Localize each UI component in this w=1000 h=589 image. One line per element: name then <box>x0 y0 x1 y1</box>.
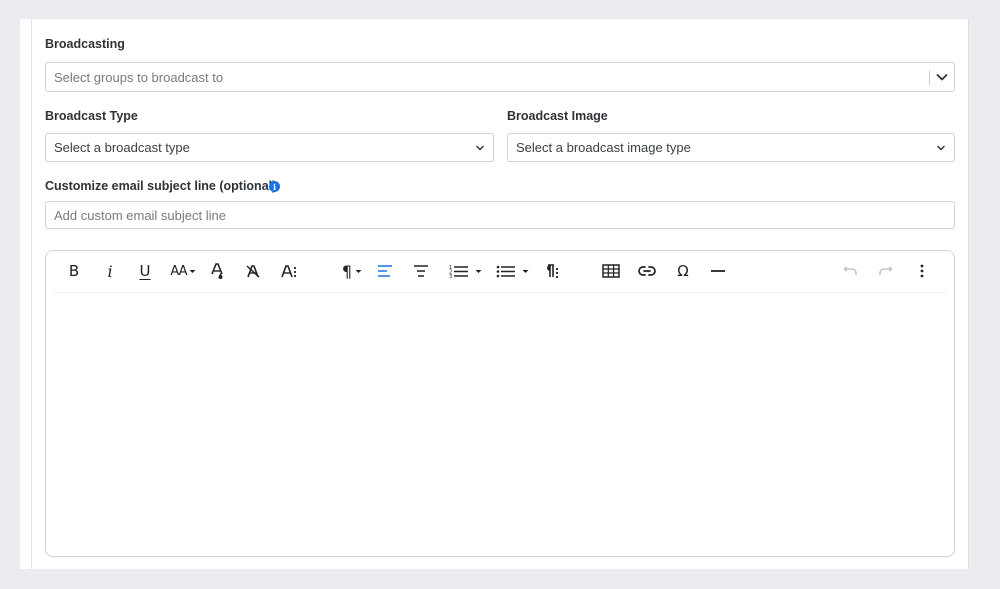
font-size-icon: AA <box>170 263 187 279</box>
align-left-button[interactable] <box>374 259 396 283</box>
subject-line-label: Customize email subject line (optional) <box>45 179 277 193</box>
insert-table-button[interactable] <box>600 259 622 283</box>
align-center-icon <box>414 265 428 277</box>
broadcasting-label: Broadcasting <box>45 37 125 51</box>
clear-formatting-button[interactable] <box>242 259 264 283</box>
bold-icon: B <box>68 262 80 280</box>
text-color-button[interactable] <box>206 259 228 283</box>
font-size-dropdown[interactable]: AA <box>168 259 198 283</box>
info-icon[interactable]: i <box>269 181 280 192</box>
inline-style-button[interactable] <box>278 259 300 283</box>
horizontal-line-icon <box>711 270 725 272</box>
panel-left-rule <box>31 19 32 569</box>
ordered-list-icon: 1 2 3 <box>449 265 468 278</box>
undo-icon <box>843 266 857 275</box>
broadcast-groups-multiselect[interactable]: Select groups to broadcast to <box>45 62 955 92</box>
subject-line-placeholder: Add custom email subject line <box>54 207 226 223</box>
italic-icon: i <box>107 261 113 281</box>
broadcast-type-select[interactable]: Select a broadcast type <box>45 133 494 162</box>
ordered-list-dropdown[interactable]: 1 2 3 <box>446 259 484 283</box>
chevron-down-icon[interactable] <box>935 70 949 84</box>
broadcast-image-label: Broadcast Image <box>507 109 608 123</box>
special-characters-button[interactable]: Ω <box>672 259 694 283</box>
subject-line-input[interactable]: Add custom email subject line <box>45 201 955 229</box>
paragraph-style-icon <box>547 264 559 279</box>
svg-text:3: 3 <box>449 274 452 278</box>
chevron-down-icon <box>936 143 946 153</box>
bold-button[interactable]: B <box>63 259 85 283</box>
paragraph-style-button[interactable] <box>540 259 562 283</box>
broadcast-image-select[interactable]: Select a broadcast image type <box>507 133 955 162</box>
undo-button[interactable] <box>839 259 861 283</box>
chevron-down-icon <box>475 143 485 153</box>
toolbar-divider <box>54 292 946 293</box>
redo-icon <box>879 266 893 275</box>
inline-style-icon <box>281 265 297 278</box>
clear-formatting-icon <box>246 265 260 278</box>
align-left-icon <box>378 265 392 277</box>
insert-horizontal-line-button[interactable] <box>707 259 729 283</box>
rich-text-editor: B i U AA ¶ 1 2 3 Ω <box>45 250 955 557</box>
align-center-button[interactable] <box>410 259 432 283</box>
broadcast-groups-placeholder: Select groups to broadcast to <box>54 69 224 85</box>
more-options-button[interactable] <box>911 259 933 283</box>
more-vertical-icon <box>920 264 924 278</box>
underline-icon: U <box>139 262 151 280</box>
broadcast-image-selected-value: Select a broadcast image type <box>516 140 691 155</box>
broadcast-type-label: Broadcast Type <box>45 109 138 123</box>
multiselect-separator <box>929 70 930 85</box>
omega-icon: Ω <box>677 262 689 280</box>
table-icon <box>602 264 620 278</box>
link-icon <box>638 266 656 276</box>
italic-button[interactable]: i <box>99 259 121 283</box>
text-color-icon <box>211 263 223 279</box>
redo-button[interactable] <box>875 259 897 283</box>
broadcast-type-selected-value: Select a broadcast type <box>54 140 190 155</box>
paragraph-icon: ¶ <box>341 261 353 281</box>
form-panel: Broadcasting Select groups to broadcast … <box>20 19 969 569</box>
insert-link-button[interactable] <box>636 259 658 283</box>
unordered-list-dropdown[interactable] <box>493 259 531 283</box>
underline-button[interactable]: U <box>134 259 156 283</box>
paragraph-format-dropdown[interactable]: ¶ <box>338 259 366 283</box>
unordered-list-icon <box>496 265 515 278</box>
editor-content-area[interactable] <box>56 299 944 546</box>
